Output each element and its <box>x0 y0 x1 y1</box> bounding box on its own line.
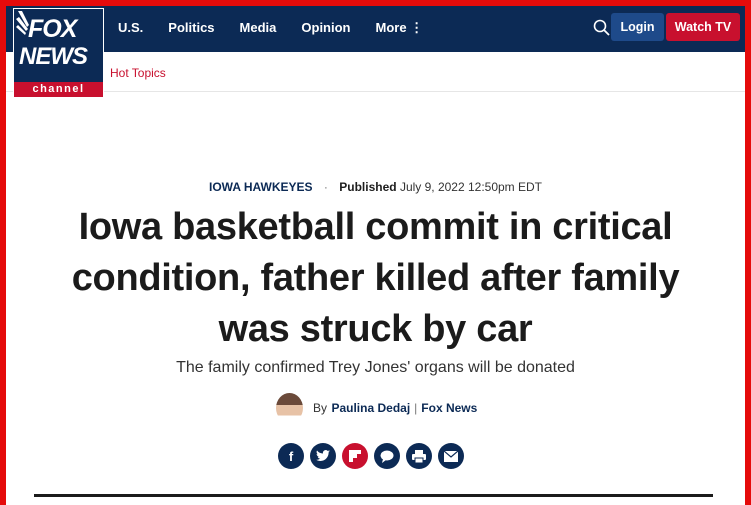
sub-nav: Hot Topics <box>6 52 745 92</box>
logo-fox-text: FOX <box>28 15 77 43</box>
category-link[interactable]: IOWA HAWKEYES <box>209 180 313 194</box>
author-avatar[interactable] <box>276 393 303 423</box>
article-headline: Iowa basketball commit in critical condi… <box>71 206 680 350</box>
logo-news-text: NEWS <box>19 43 88 70</box>
email-icon[interactable] <box>438 443 464 469</box>
nav-link-us[interactable]: U.S. <box>118 19 143 37</box>
meta-separator: · <box>323 180 328 194</box>
fox-news-logo[interactable]: FOX NEWS channel <box>13 8 104 98</box>
article-subheadline: The family confirmed Trey Jones' organs … <box>176 359 575 376</box>
content-divider <box>34 494 713 497</box>
article-meta: IOWA HAWKEYES · Published July 9, 2022 1… <box>0 180 751 194</box>
nav-link-more[interactable]: More ⋮ <box>376 19 424 37</box>
byline-separator: | <box>414 401 418 415</box>
search-icon[interactable] <box>592 18 612 38</box>
print-icon[interactable] <box>406 443 432 469</box>
share-bar: f <box>278 443 464 469</box>
nav-links: U.S. Politics Media Opinion More ⋮ <box>118 19 448 37</box>
twitter-icon[interactable] <box>310 443 336 469</box>
byline-by: By <box>313 401 328 415</box>
comment-icon[interactable] <box>374 443 400 469</box>
login-button[interactable]: Login <box>611 13 664 41</box>
author-link[interactable]: Paulina Dedaj <box>331 401 410 415</box>
nav-link-politics[interactable]: Politics <box>168 19 214 37</box>
byline: By Paulina Dedaj | Fox News <box>276 393 477 423</box>
facebook-icon[interactable]: f <box>278 443 304 469</box>
nav-link-media[interactable]: Media <box>240 19 277 37</box>
logo-channel-text: channel <box>14 82 103 97</box>
published-date: July 9, 2022 12:50pm EDT <box>399 180 543 194</box>
source-link[interactable]: Fox News <box>421 401 477 415</box>
nav-link-opinion[interactable]: Opinion <box>301 19 350 37</box>
flipboard-icon[interactable] <box>342 443 368 469</box>
top-nav: U.S. Politics Media Opinion More ⋮ Login… <box>6 6 745 52</box>
hot-topics-link[interactable]: Hot Topics <box>110 66 166 80</box>
watch-tv-button[interactable]: Watch TV <box>666 13 740 41</box>
published-label: Published <box>339 180 397 194</box>
